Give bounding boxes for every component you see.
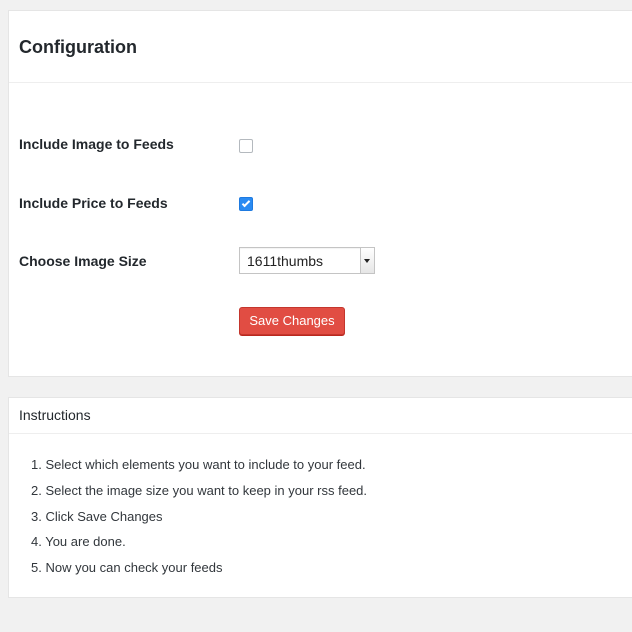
include-price-label: Include Price to Feeds: [19, 195, 168, 211]
include-image-checkbox[interactable]: [239, 139, 253, 153]
include-image-label: Include Image to Feeds: [19, 136, 174, 152]
configuration-title: Configuration: [19, 37, 137, 57]
image-size-label: Choose Image Size: [19, 253, 147, 269]
instructions-header: Instructions: [9, 398, 632, 434]
checkmark-icon: [241, 198, 251, 208]
chevron-down-icon: [364, 259, 370, 263]
instructions-title: Instructions: [19, 407, 91, 423]
select-arrow-button[interactable]: [360, 248, 374, 273]
configuration-header: Configuration: [9, 11, 632, 83]
image-size-selected-value: 1611thumbs: [247, 253, 324, 269]
instruction-step: 4. You are done.: [31, 534, 126, 549]
instruction-step: 3. Click Save Changes: [31, 509, 163, 524]
instruction-step: 2. Select the image size you want to kee…: [31, 483, 368, 498]
save-changes-button[interactable]: Save Changes: [239, 307, 345, 335]
instructions-panel: Instructions 1. Select which elements yo…: [8, 397, 632, 598]
instruction-step: 5. Now you can check your feeds: [31, 560, 223, 575]
include-price-checkbox[interactable]: [239, 197, 253, 211]
image-size-select[interactable]: 1611thumbs: [239, 247, 375, 274]
instruction-step: 1. Select which elements you want to inc…: [31, 457, 366, 472]
configuration-panel: Configuration Include Image to Feeds Inc…: [8, 10, 632, 377]
